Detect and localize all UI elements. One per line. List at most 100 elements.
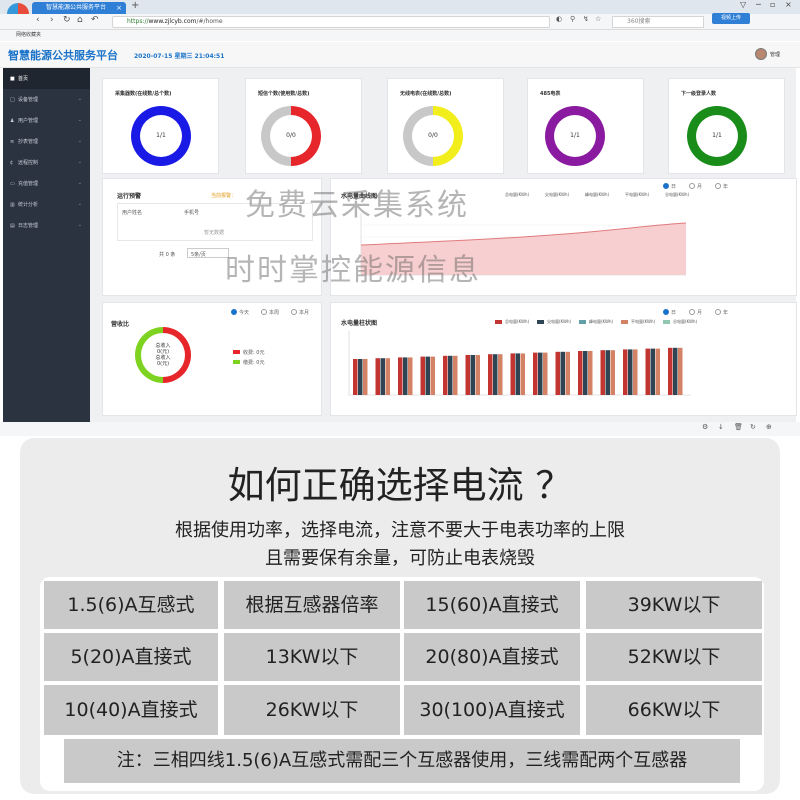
shield-icon[interactable]: ◐: [556, 15, 562, 23]
sidebar: ■ 首页 □ 设备管理 ⌄ ♟ 用户管理 ⌄ ≡ 抄表管理 ⌄ ¢ 远程控制 ⌄…: [3, 68, 90, 422]
upload-badge[interactable]: 视频上传: [712, 13, 750, 24]
chart-bar: [605, 350, 610, 395]
sidebar-item-statistics[interactable]: ▥ 统计分析 ⌄: [3, 194, 90, 215]
search-input[interactable]: 360搜索: [612, 16, 704, 28]
download-icon[interactable]: ↓: [718, 423, 724, 431]
back-icon[interactable]: ‹: [36, 15, 40, 25]
url-host: www.zjlcyb.com: [148, 18, 197, 25]
alarm-link[interactable]: 当前报警：: [211, 192, 236, 199]
sidebar-item-label: 日志管理: [18, 223, 39, 229]
sidebar-item-devices[interactable]: □ 设备管理 ⌄: [3, 89, 90, 110]
forward-icon[interactable]: ›: [50, 15, 54, 25]
home-icon: ■: [10, 75, 15, 82]
new-tab-icon[interactable]: +: [131, 0, 139, 11]
current-table: 1.5(6)A互感式 根据互感器倍率 15(60)A直接式 39KW以下 5(20)A直…: [40, 577, 764, 791]
chevron-down-icon: ⌄: [77, 201, 82, 207]
chevron-down-icon: ⌄: [77, 138, 82, 144]
url-path: /#/home: [196, 18, 223, 25]
panel-title: 如何正确选择电流 ？: [227, 464, 573, 507]
trash-icon[interactable]: 🗑: [734, 423, 743, 431]
status-bar: ⚙ ↓ 🗑 ↻ ⊕: [0, 422, 800, 436]
sidebar-item-label: 统计分析: [18, 202, 39, 208]
chart-bar: [565, 351, 570, 395]
refresh-icon[interactable]: ↻: [750, 423, 756, 431]
legend-item: 尖电量(KWh): [547, 319, 572, 324]
sidebar-item-logs[interactable]: ▤ 日志管理 ⌄: [3, 215, 90, 236]
sidebar-item-home[interactable]: ■ 首页: [3, 68, 90, 89]
radio-year[interactable]: 年: [715, 309, 728, 316]
minimize-icon[interactable]: ─: [756, 0, 761, 9]
bookmark-bar: 网络收藏夹: [0, 30, 800, 41]
radio-today[interactable]: 今天: [231, 309, 249, 316]
legend-item: 谷电量(KWh): [673, 319, 698, 324]
chevron-down-icon: ⌄: [77, 159, 82, 165]
table-cell: 26KW以下: [224, 685, 400, 735]
chart-bar: [588, 351, 593, 395]
legend-swatch: [663, 320, 670, 324]
bar-chart-icon: ▥: [10, 201, 15, 208]
zoom-icon[interactable]: ⚲: [570, 15, 575, 23]
stat-value: 1/1: [696, 115, 738, 157]
browser-tab[interactable]: 智慧能源公共服务平台 ×: [32, 2, 126, 14]
stat-ring: 1/1: [687, 106, 747, 166]
close-window-icon[interactable]: ×: [785, 0, 792, 9]
revenue-card: 营收比 今天 本周 本月 总收入 0(元) 总收入 0(元) 收费: 0元 缴费…: [102, 302, 322, 416]
page-size-select[interactable]: 5条/页: [187, 248, 229, 258]
stat-card-sublevel-logins: 下一级登录人数 1/1: [668, 78, 785, 174]
radio-day[interactable]: 日: [663, 309, 676, 316]
sidebar-item-label: 充值管理: [18, 181, 39, 187]
reload-icon[interactable]: ↻: [63, 15, 71, 25]
stat-card-sms: 短信个数(使用数/总数) 0/0: [245, 78, 362, 174]
share-icon[interactable]: ↯: [583, 15, 589, 23]
radio-year[interactable]: 年: [715, 183, 728, 190]
user-icon: ♟: [10, 117, 15, 124]
avatar[interactable]: [755, 48, 767, 60]
chart-bar: [633, 349, 638, 395]
sidebar-item-recharge[interactable]: ▭ 充值管理 ⌄: [3, 173, 90, 194]
undo-icon[interactable]: ↶: [91, 15, 99, 25]
list-icon: ≡: [10, 138, 15, 145]
sidebar-item-meter-reading[interactable]: ≡ 抄表管理 ⌄: [3, 131, 90, 152]
radio-month[interactable]: 月: [689, 183, 702, 190]
legend-item: 总电量(KWh): [505, 192, 530, 197]
stat-ring: 0/0: [403, 106, 463, 166]
stat-title: 485电表: [540, 91, 561, 97]
table-cell: 66KW以下: [586, 685, 762, 735]
chart-bar: [650, 348, 655, 395]
tab-close-icon[interactable]: ×: [116, 2, 122, 14]
chart-bar: [375, 358, 380, 395]
app-title: 智慧能源公共服务平台: [8, 49, 118, 62]
radio-week[interactable]: 本周: [261, 309, 279, 316]
maximize-icon[interactable]: ▫: [770, 0, 775, 9]
sidebar-item-users[interactable]: ♟ 用户管理 ⌄: [3, 110, 90, 131]
chart-bar: [358, 359, 363, 395]
home-icon[interactable]: ⌂: [77, 15, 83, 25]
chart-bar: [583, 351, 588, 395]
chart-bar: [380, 358, 385, 395]
star-icon[interactable]: ☆: [595, 15, 601, 23]
zoom-icon[interactable]: ⊕: [766, 423, 772, 431]
stat-card-wireless-meters: 无线电表(在线数/总数) 0/0: [387, 78, 504, 174]
table-cell: 10(40)A直接式: [44, 685, 218, 735]
legend-item: 谷电量(KWh): [665, 192, 690, 197]
settings-icon[interactable]: ⚙: [702, 423, 708, 431]
panel-subtitle-1: 根据使用功率，选择电流，注意不要大于电表功率的上限: [175, 520, 625, 541]
user-name[interactable]: 管理: [770, 51, 780, 58]
chart-bar: [560, 351, 565, 395]
browser-toolbar: ‹ › ↻ ⌂ ↶ https://www.zjlcyb.com/#/home …: [0, 14, 800, 30]
sidebar-item-remote-control[interactable]: ¢ 远程控制 ⌄: [3, 152, 90, 173]
stat-value: 0/0: [270, 115, 312, 157]
radio-month[interactable]: 月: [689, 309, 702, 316]
radio-day[interactable]: 日: [663, 183, 676, 190]
stat-title: 下一级登录人数: [681, 91, 717, 97]
watermark-line-1: 免费云采集系统: [245, 188, 469, 223]
menu-icon[interactable]: ▽: [740, 0, 746, 9]
radio-month[interactable]: 本月: [291, 309, 309, 316]
address-bar[interactable]: https://www.zjlcyb.com/#/home: [112, 16, 550, 28]
column-header: 用户姓名: [122, 210, 143, 216]
table-cell: 根据互感器倍率: [224, 581, 400, 629]
legend-swatch: [233, 350, 240, 354]
bookmark-item[interactable]: 网络收藏夹: [16, 32, 41, 38]
url-scheme: https://: [127, 18, 149, 25]
chart-bar: [398, 357, 403, 395]
